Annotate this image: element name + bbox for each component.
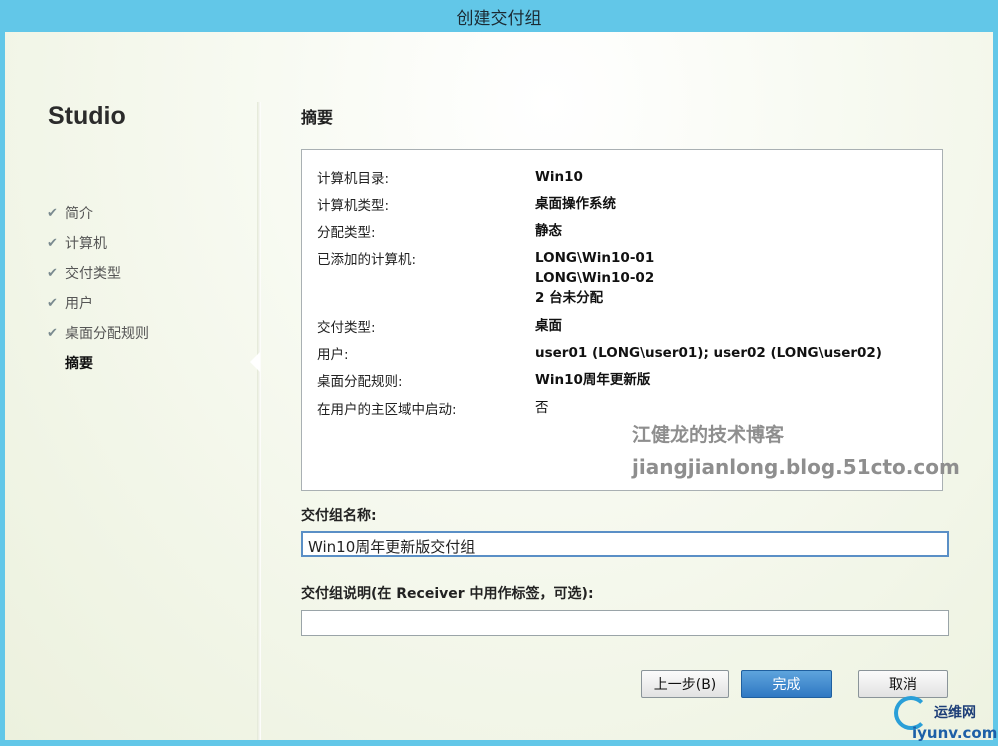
- step-label: 用户: [65, 296, 93, 312]
- step-users[interactable]: ✔ 用户: [47, 288, 149, 318]
- step-label: 交付类型: [65, 266, 121, 282]
- group-description-label: 交付组说明(在 Receiver 中用作标签，可选):: [301, 586, 594, 602]
- summary-row-added-machines: 已添加的计算机: LONG\Win10-01 LONG\Win10-02 2 台…: [317, 248, 654, 308]
- row-label: 分配类型:: [317, 225, 376, 241]
- check-icon: ✔: [47, 265, 58, 281]
- summary-row-delivery-type: 交付类型: 桌面: [317, 316, 562, 336]
- window-title-bar: 创建交付组: [0, 0, 998, 32]
- step-label: 摘要: [65, 356, 93, 372]
- step-machines[interactable]: ✔ 计算机: [47, 228, 149, 258]
- group-description-input[interactable]: [301, 610, 949, 636]
- check-icon: ✔: [47, 325, 58, 341]
- window-title: 创建交付组: [456, 8, 542, 29]
- finish-button[interactable]: 完成: [741, 670, 832, 698]
- row-value: Win10: [535, 169, 583, 185]
- wizard-content: 摘要 计算机目录: Win10 计算机类型: 桌面操作系统 分配类型: 静态 已…: [301, 32, 960, 740]
- summary-row-catalog: 计算机目录: Win10: [317, 167, 583, 187]
- row-value: Win10周年更新版: [535, 372, 651, 388]
- summary-panel: 计算机目录: Win10 计算机类型: 桌面操作系统 分配类型: 静态 已添加的…: [301, 149, 960, 491]
- site-logo: 运维网 iyunv.com: [888, 692, 998, 746]
- row-label: 计算机目录:: [317, 171, 390, 187]
- summary-row-desktop-rule: 桌面分配规则: Win10周年更新版: [317, 370, 650, 390]
- logo-text-domain: iyunv.com: [912, 724, 998, 742]
- logo-text-cn: 运维网: [934, 705, 976, 721]
- machine-name: LONG\Win10-02: [535, 270, 655, 286]
- pane-divider: [257, 102, 261, 740]
- step-intro[interactable]: ✔ 简介: [47, 198, 149, 228]
- row-value: 桌面: [535, 318, 562, 334]
- row-value: user01 (LONG\user01); user02 (LONG\user0…: [535, 345, 882, 361]
- watermark-url: jiangjianlong.blog.51cto.com: [632, 455, 960, 479]
- row-value: 否: [535, 400, 549, 416]
- check-icon: ✔: [47, 205, 58, 221]
- step-label: 桌面分配规则: [65, 326, 149, 342]
- row-label: 用户:: [317, 347, 349, 363]
- section-title: 摘要: [301, 108, 334, 127]
- row-label: 计算机类型:: [317, 198, 390, 214]
- wizard-steps: ✔ 简介 ✔ 计算机 ✔ 交付类型 ✔ 用户 ✔ 桌面分配规则 摘要: [47, 198, 149, 378]
- step-summary[interactable]: 摘要: [47, 348, 149, 378]
- wizard-window: Studio ✔ 简介 ✔ 计算机 ✔ 交付类型 ✔ 用户 ✔ 桌面分配规则 摘…: [5, 32, 993, 740]
- row-label: 桌面分配规则:: [317, 374, 403, 390]
- summary-row-machine-type: 计算机类型: 桌面操作系统: [317, 194, 616, 214]
- row-value-multiline: LONG\Win10-01 LONG\Win10-02 2 台未分配: [535, 248, 654, 308]
- machine-name: LONG\Win10-01: [535, 250, 655, 266]
- step-label: 计算机: [65, 236, 107, 252]
- row-label: 在用户的主区域中启动:: [317, 402, 457, 418]
- unassigned-count: 2 台未分配: [535, 290, 604, 306]
- row-label: 已添加的计算机:: [317, 252, 417, 268]
- active-step-pointer: [250, 352, 260, 372]
- group-name-label: 交付组名称:: [301, 508, 377, 524]
- step-delivery-type[interactable]: ✔ 交付类型: [47, 258, 149, 288]
- row-value: 静态: [535, 223, 562, 239]
- summary-row-users: 用户: user01 (LONG\user01); user02 (LONG\u…: [317, 343, 882, 363]
- watermark-title: 江健龙的技术博客: [632, 424, 785, 446]
- step-label: 简介: [65, 206, 93, 222]
- summary-row-home-zone: 在用户的主区域中启动: 否: [317, 398, 549, 418]
- summary-row-allocation-type: 分配类型: 静态: [317, 221, 562, 241]
- row-label: 交付类型:: [317, 320, 376, 336]
- row-value: 桌面操作系统: [535, 196, 616, 212]
- step-desktop-assignment[interactable]: ✔ 桌面分配规则: [47, 318, 149, 348]
- back-button[interactable]: 上一步(B): [641, 670, 729, 698]
- check-icon: ✔: [47, 295, 58, 311]
- wizard-sidebar: Studio ✔ 简介 ✔ 计算机 ✔ 交付类型 ✔ 用户 ✔ 桌面分配规则 摘…: [5, 32, 257, 740]
- check-icon: ✔: [47, 235, 58, 251]
- studio-brand: Studio: [48, 102, 126, 130]
- group-name-input[interactable]: Win10周年更新版交付组: [301, 531, 949, 557]
